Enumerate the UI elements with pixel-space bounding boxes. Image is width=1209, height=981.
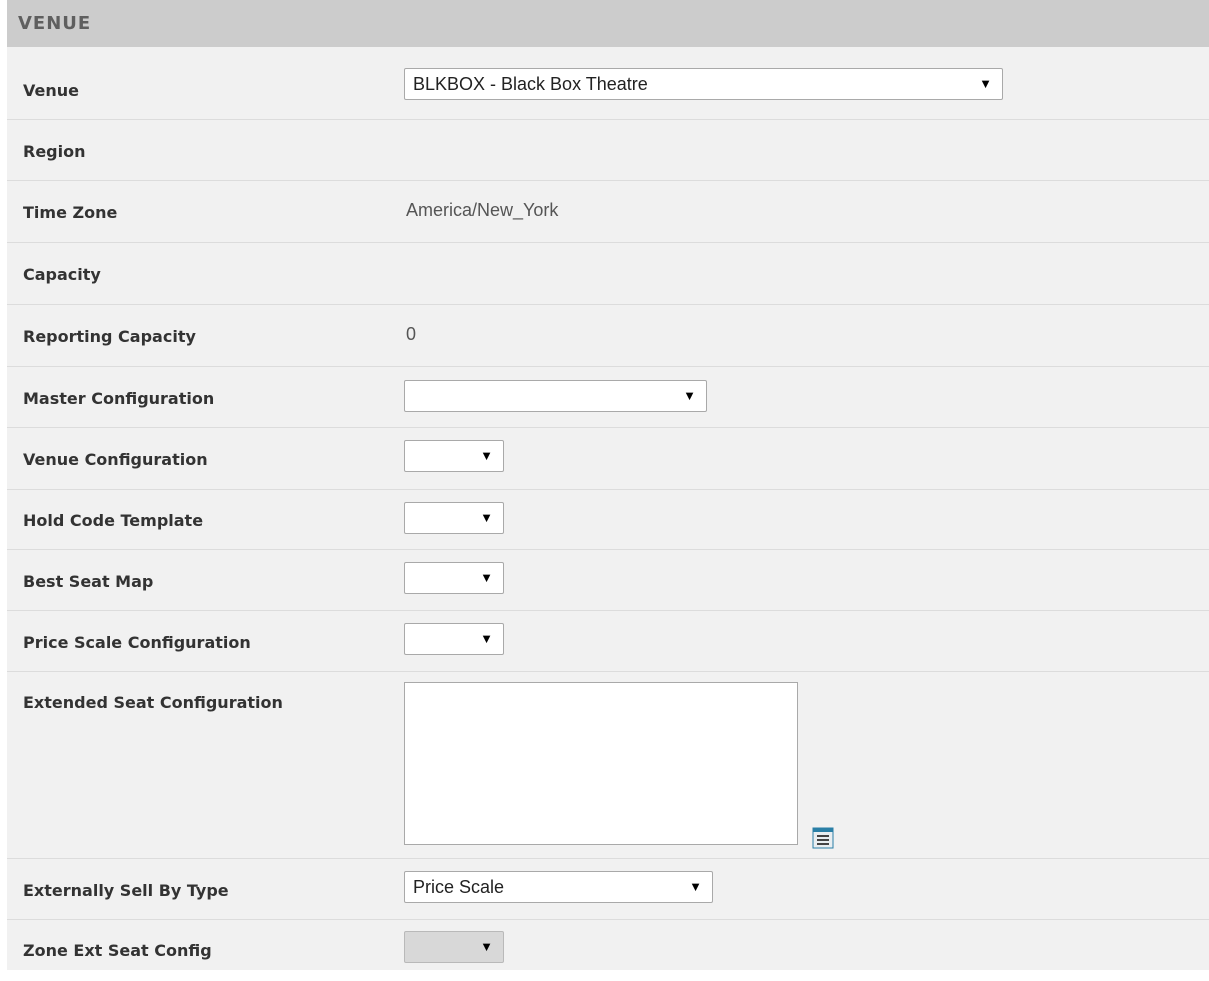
- master-configuration-select[interactable]: ▼: [404, 380, 707, 412]
- section-title: VENUE: [18, 13, 92, 34]
- chevron-down-icon: ▼: [480, 510, 493, 525]
- chevron-down-icon: ▼: [480, 448, 493, 463]
- externally-sell-by-type-select[interactable]: Price Scale ▼: [404, 871, 713, 903]
- row-capacity: Capacity: [7, 243, 1209, 305]
- hold-code-template-select[interactable]: ▼: [404, 502, 504, 534]
- row-reporting-capacity: Reporting Capacity 0: [7, 305, 1209, 367]
- row-extended-seat-configuration: Extended Seat Configuration: [7, 672, 1209, 859]
- venue-select-value: BLKBOX - Black Box Theatre: [413, 74, 648, 94]
- externally-sell-by-type-value: Price Scale: [413, 877, 505, 897]
- row-venue: Venue BLKBOX - Black Box Theatre ▼: [7, 47, 1209, 120]
- best-seat-map-select[interactable]: ▼: [404, 562, 504, 594]
- best-seat-map-label: Best Seat Map: [23, 572, 154, 591]
- time-zone-value: America/New_York: [406, 200, 559, 220]
- price-scale-configuration-label: Price Scale Configuration: [23, 633, 251, 652]
- row-master-configuration: Master Configuration ▼: [7, 367, 1209, 428]
- reporting-capacity-value: 0: [406, 324, 417, 344]
- venue-select[interactable]: BLKBOX - Black Box Theatre ▼: [404, 68, 1003, 100]
- chevron-down-icon: ▼: [480, 631, 493, 646]
- extended-seat-configuration-textarea[interactable]: [404, 682, 798, 845]
- chevron-down-icon: ▼: [689, 879, 702, 894]
- row-time-zone: Time Zone America/New_York: [7, 181, 1209, 243]
- region-label: Region: [23, 142, 86, 161]
- extended-seat-configuration-label: Extended Seat Configuration: [23, 693, 283, 712]
- zone-ext-seat-config-select[interactable]: ▼: [404, 931, 504, 963]
- chevron-down-icon: ▼: [480, 570, 493, 585]
- row-externally-sell-by-type: Externally Sell By Type Price Scale ▼: [7, 859, 1209, 920]
- row-venue-configuration: Venue Configuration ▼: [7, 428, 1209, 490]
- venue-configuration-select[interactable]: ▼: [404, 440, 504, 472]
- chevron-down-icon: ▼: [979, 76, 992, 91]
- time-zone-label: Time Zone: [23, 203, 118, 222]
- venue-label: Venue: [23, 81, 79, 100]
- venue-panel: VENUE Venue BLKBOX - Black Box Theatre ▼…: [7, 0, 1209, 970]
- venue-configuration-label: Venue Configuration: [23, 450, 208, 469]
- master-configuration-label: Master Configuration: [23, 389, 215, 408]
- reporting-capacity-label: Reporting Capacity: [23, 327, 196, 346]
- row-best-seat-map: Best Seat Map ▼: [7, 550, 1209, 611]
- row-region: Region: [7, 120, 1209, 181]
- chevron-down-icon: ▼: [683, 388, 696, 403]
- row-hold-code-template: Hold Code Template ▼: [7, 490, 1209, 550]
- zone-ext-seat-config-label: Zone Ext Seat Config: [23, 941, 212, 960]
- hold-code-template-label: Hold Code Template: [23, 511, 204, 530]
- externally-sell-by-type-label: Externally Sell By Type: [23, 881, 229, 900]
- list-editor-icon[interactable]: [812, 827, 834, 849]
- chevron-down-icon: ▼: [480, 939, 493, 954]
- row-price-scale-configuration: Price Scale Configuration ▼: [7, 611, 1209, 672]
- capacity-label: Capacity: [23, 265, 101, 284]
- section-header: VENUE: [7, 0, 1209, 47]
- price-scale-configuration-select[interactable]: ▼: [404, 623, 504, 655]
- row-zone-ext-seat-config: Zone Ext Seat Config ▼: [7, 920, 1209, 981]
